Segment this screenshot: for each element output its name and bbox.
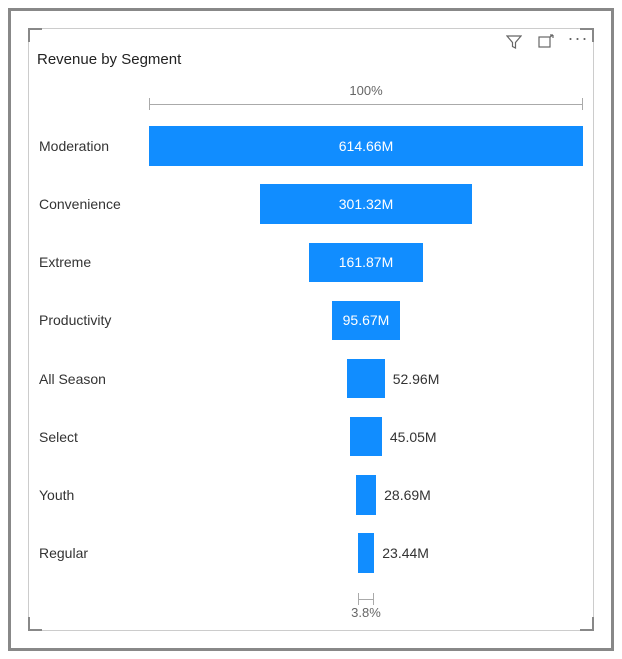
- funnel-bar[interactable]: 161.87M: [309, 243, 423, 283]
- funnel-row[interactable]: Convenience301.32M: [149, 175, 583, 233]
- funnel-value-label: 52.96M: [393, 371, 440, 387]
- scale-top-bracket: [149, 98, 583, 110]
- funnel-rows: Moderation614.66MConvenience301.32MExtre…: [149, 117, 583, 582]
- funnel-category-label: Regular: [39, 545, 143, 561]
- more-options-icon[interactable]: ···: [569, 33, 587, 51]
- visual-toolbar: ···: [505, 28, 587, 56]
- funnel-row[interactable]: All Season52.96M: [149, 350, 583, 408]
- chart-area: 100% Moderation614.66MConvenience301.32M…: [39, 83, 583, 620]
- visual-card[interactable]: ··· Revenue by Segment 100% Moderation61…: [28, 28, 594, 631]
- funnel-category-label: Moderation: [39, 138, 143, 154]
- funnel-category-label: Convenience: [39, 196, 143, 212]
- scale-bottom-label: 3.8%: [149, 605, 583, 620]
- scale-bottom: 3.8%: [149, 593, 583, 620]
- funnel-value-label: 23.44M: [382, 545, 429, 561]
- scale-top: 100%: [149, 83, 583, 110]
- funnel-value-label: 28.69M: [384, 487, 431, 503]
- funnel-row[interactable]: Moderation614.66M: [149, 117, 583, 175]
- funnel-category-label: All Season: [39, 371, 143, 387]
- funnel-bar[interactable]: 23.44M: [358, 533, 375, 573]
- funnel-value-label: 45.05M: [390, 429, 437, 445]
- funnel-bar[interactable]: 28.69M: [356, 475, 376, 515]
- scale-bottom-bracket: [358, 593, 375, 605]
- funnel-value-label: 301.32M: [339, 196, 393, 212]
- filter-icon[interactable]: [505, 33, 523, 51]
- funnel-value-label: 614.66M: [339, 138, 393, 154]
- funnel-category-label: Select: [39, 429, 143, 445]
- funnel-bar[interactable]: 614.66M: [149, 126, 583, 166]
- scale-top-label: 100%: [149, 83, 583, 98]
- funnel-category-label: Productivity: [39, 312, 143, 328]
- funnel-bar[interactable]: 301.32M: [260, 184, 473, 224]
- funnel-category-label: Youth: [39, 487, 143, 503]
- funnel-row[interactable]: Regular23.44M: [149, 524, 583, 582]
- selection-corner-tl: [28, 28, 42, 42]
- focus-mode-icon[interactable]: [537, 33, 555, 51]
- funnel-bar[interactable]: 45.05M: [350, 417, 382, 457]
- funnel-row[interactable]: Extreme161.87M: [149, 233, 583, 291]
- funnel-row[interactable]: Select45.05M: [149, 408, 583, 466]
- funnel-row[interactable]: Productivity95.67M: [149, 291, 583, 349]
- funnel-row[interactable]: Youth28.69M: [149, 466, 583, 524]
- chart-title: Revenue by Segment: [37, 51, 181, 68]
- visual-outer-frame: ··· Revenue by Segment 100% Moderation61…: [8, 8, 614, 651]
- funnel-bar[interactable]: 95.67M: [332, 301, 400, 341]
- funnel-bar[interactable]: 52.96M: [347, 359, 384, 399]
- funnel-category-label: Extreme: [39, 254, 143, 270]
- funnel-value-label: 95.67M: [343, 312, 390, 328]
- funnel-value-label: 161.87M: [339, 254, 393, 270]
